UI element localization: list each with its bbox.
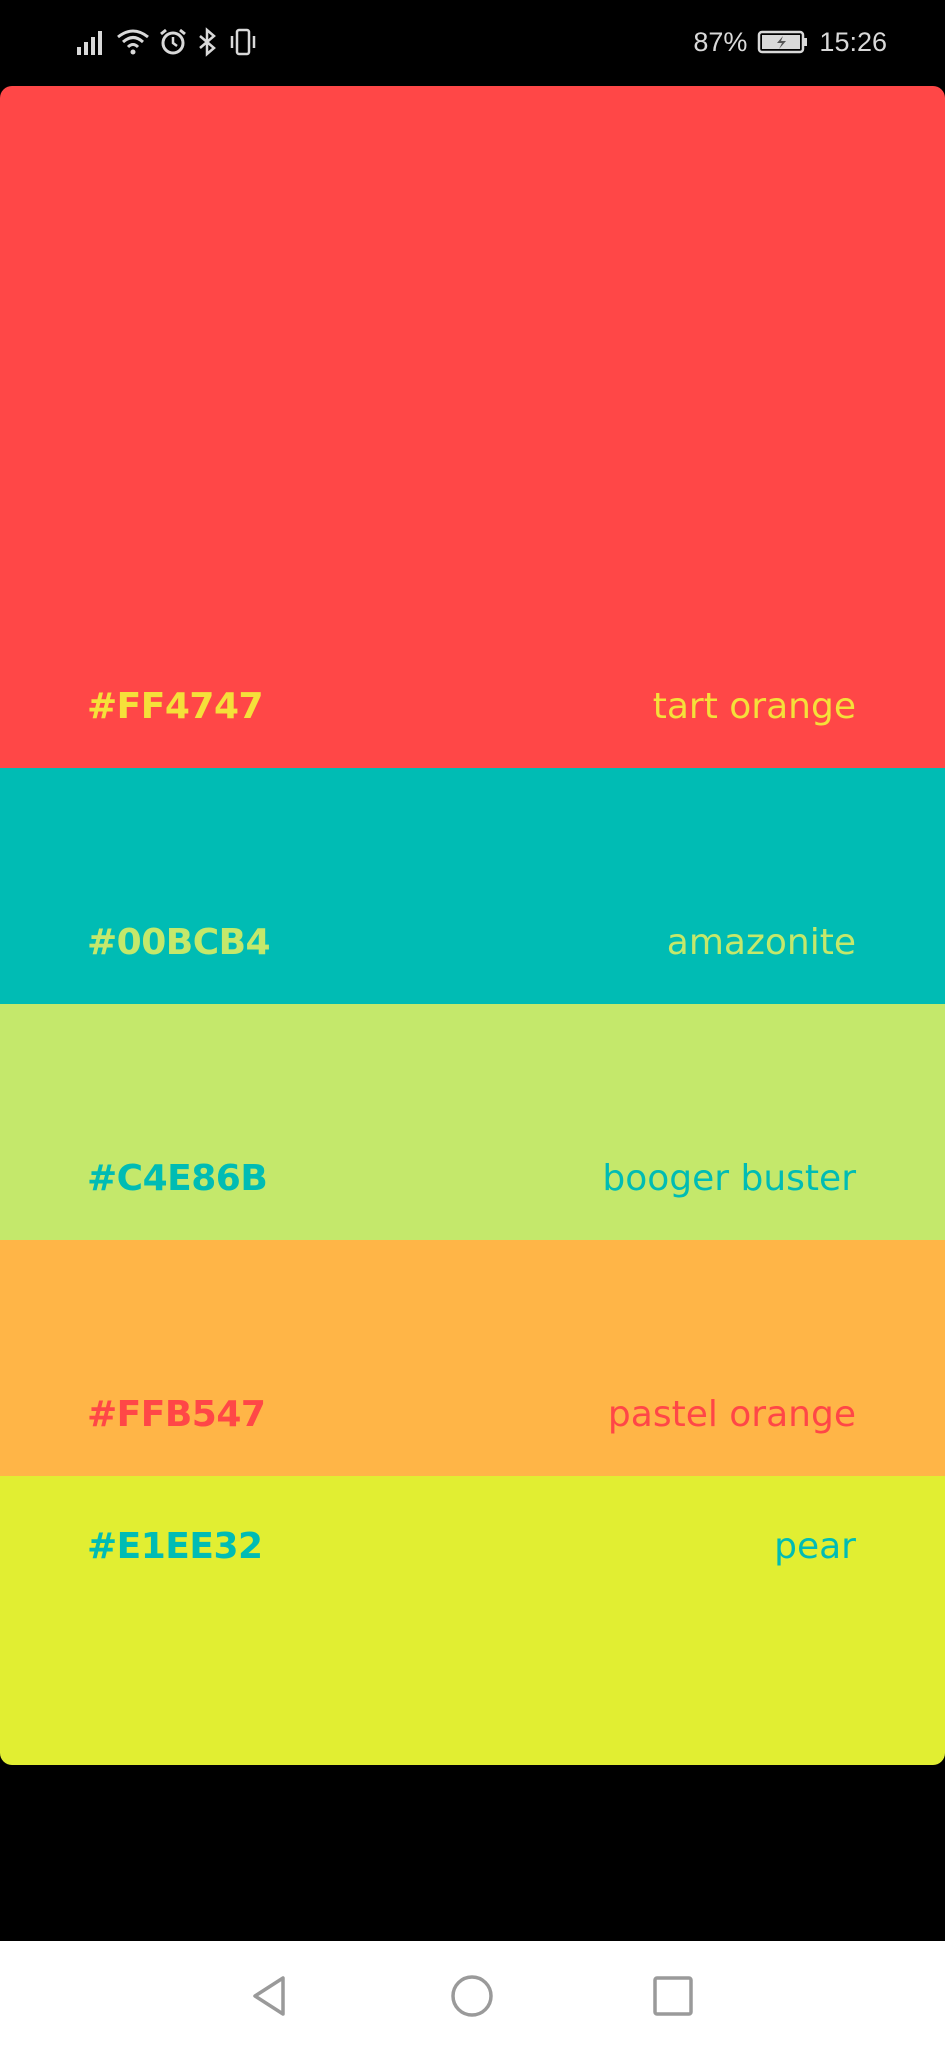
swatch-hex-code: #C4E86B xyxy=(87,1158,268,1199)
bluetooth-icon xyxy=(199,27,216,57)
color-swatch[interactable]: #00BCB4 amazonite xyxy=(0,768,945,1004)
swatch-color-name: amazonite xyxy=(666,922,856,963)
swatch-color-name: pastel orange xyxy=(607,1394,856,1435)
color-swatch[interactable]: #E1EE32 pear xyxy=(0,1476,945,1765)
color-swatch[interactable]: #FFB547 pastel orange xyxy=(0,1240,945,1476)
swatch-hex-code: #FFB547 xyxy=(87,1394,266,1435)
alarm-icon xyxy=(160,28,186,55)
recents-icon[interactable] xyxy=(648,1971,698,2021)
color-swatch[interactable]: #C4E86B booger buster xyxy=(0,1004,945,1240)
wifi-icon xyxy=(117,29,149,55)
swatch-color-name: booger buster xyxy=(602,1158,856,1199)
vibrate-icon xyxy=(230,28,256,56)
status-right: 87% 15:26 xyxy=(693,22,887,62)
navigation-bar xyxy=(0,1941,945,2048)
swatch-hex-code: #FF4747 xyxy=(87,686,264,727)
battery-icon xyxy=(758,30,808,54)
swatch-color-name: pear xyxy=(774,1526,856,1567)
signal-icon xyxy=(77,31,102,55)
home-icon[interactable] xyxy=(447,1971,497,2021)
swatch-hex-code: #00BCB4 xyxy=(87,922,271,963)
swatch-color-name: tart orange xyxy=(652,686,856,727)
status-bar: 87% 15:26 xyxy=(0,0,945,84)
color-palette: #FF4747 tart orange #00BCB4 amazonite #C… xyxy=(0,86,945,1765)
swatch-hex-code: #E1EE32 xyxy=(87,1526,263,1567)
status-icons-left xyxy=(76,22,258,62)
color-swatch[interactable]: #FF4747 tart orange xyxy=(0,86,945,768)
back-icon[interactable] xyxy=(246,1971,296,2021)
battery-percent: 87% xyxy=(693,26,748,57)
screen: 87% 15:26 #FF4747 tart orange #00BCB4 am… xyxy=(0,0,945,2048)
clock: 15:26 xyxy=(819,26,887,57)
